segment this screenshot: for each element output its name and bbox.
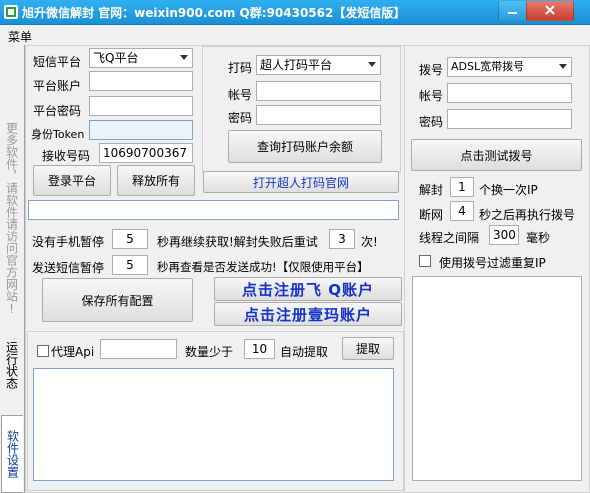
unseal-suffix: 个换一次IP: [479, 183, 538, 197]
tab-run-status[interactable]: 运行状态: [1, 330, 23, 400]
thread-interval-suffix: 毫秒: [526, 231, 551, 245]
proxy-count-label: 数量少于: [185, 345, 234, 359]
proxy-checkbox[interactable]: [37, 345, 49, 357]
test-dial-button[interactable]: 点击测试拨号: [411, 139, 582, 171]
sms-platform-value: 飞Q平台: [93, 51, 139, 65]
proxy-label: 代理Api: [51, 345, 95, 359]
send-sms-pause-input[interactable]: 5: [112, 255, 148, 275]
chevron-down-icon: [559, 64, 567, 69]
dial-mode-value: ADSL宽带拨号: [451, 60, 525, 73]
filter-ip-checkbox[interactable]: [419, 255, 431, 267]
captcha-password-label: 密码: [228, 111, 253, 125]
unseal-label: 解封: [419, 183, 444, 197]
sms-token-label: 身份Token: [31, 128, 85, 141]
captcha-account-input[interactable]: [256, 81, 381, 101]
save-all-config-button[interactable]: 保存所有配置: [42, 278, 193, 322]
menu-item[interactable]: 菜单: [8, 28, 32, 45]
captcha-password-input[interactable]: [256, 105, 381, 125]
status-bar: [28, 200, 399, 220]
tab-settings[interactable]: 软件设置: [1, 415, 23, 493]
disconnect-seconds-input[interactable]: 4: [450, 201, 474, 221]
disconnect-suffix: 秒之后再执行拨号: [479, 208, 576, 222]
captcha-label: 打码: [228, 61, 253, 75]
minimize-icon: [508, 12, 517, 14]
dial-account-input[interactable]: [447, 83, 572, 103]
menu-bar: 菜单: [0, 25, 590, 45]
no-phone-pause-suffix: 秒再继续获取!解封失败后重试: [157, 235, 318, 249]
sms-recv-label: 接收号码: [42, 149, 91, 163]
window-title: 旭升微信解封 官网：weixin900.com Q群:90430562【发短信版…: [22, 6, 406, 20]
send-sms-pause-suffix: 秒再查看是否发送成功!【仅限使用平台】: [157, 260, 369, 274]
captcha-platform-select[interactable]: 超人打码平台: [256, 55, 381, 75]
sms-password-label: 平台密码: [33, 104, 82, 118]
retry-count-input[interactable]: 3: [329, 229, 355, 249]
send-sms-pause-label: 发送短信暂停: [32, 261, 105, 275]
proxy-count-input[interactable]: 10: [244, 339, 275, 359]
login-platform-button[interactable]: 登录平台: [33, 165, 111, 196]
dial-password-input[interactable]: [447, 109, 572, 129]
left-tab-strip: 更多软件，请软件请访问官方网站! 运行状态 软件设置: [0, 45, 25, 493]
proxy-list-textarea[interactable]: [33, 368, 394, 481]
captcha-account-label: 帐号: [228, 88, 253, 102]
no-phone-pause-input[interactable]: 5: [112, 229, 148, 249]
sms-account-input[interactable]: [89, 71, 193, 91]
dial-label: 拨号: [419, 63, 444, 77]
query-captcha-balance-button[interactable]: 查询打码账户余额: [228, 130, 382, 163]
release-all-button[interactable]: 释放所有: [117, 165, 195, 196]
open-captcha-site-button[interactable]: 打开超人打码官网: [203, 171, 399, 193]
close-button[interactable]: [526, 1, 574, 21]
no-phone-pause-label: 没有手机暂停: [32, 235, 105, 249]
sms-recv-input[interactable]: 10690700367: [99, 143, 193, 163]
captcha-platform-value: 超人打码平台: [260, 58, 333, 72]
sms-account-label: 平台账户: [33, 79, 82, 93]
tab-more-software[interactable]: 更多软件，请软件请访问官方网站!: [1, 93, 23, 345]
minimize-button[interactable]: [498, 1, 527, 21]
proxy-api-input[interactable]: [100, 339, 177, 359]
retry-count-suffix: 次!: [361, 235, 378, 249]
chevron-down-icon: [368, 62, 376, 67]
sms-token-input[interactable]: [89, 120, 193, 140]
thread-interval-label: 线程之间隔: [419, 231, 480, 245]
title-bar: 旭升微信解封 官网：weixin900.com Q群:90430562【发短信版…: [0, 0, 590, 25]
app-icon: [4, 5, 18, 19]
register-yima-button[interactable]: 点击注册壹玛账户: [214, 302, 402, 326]
disconnect-label: 断网: [419, 208, 444, 222]
dial-password-label: 密码: [419, 115, 444, 129]
sms-platform-label: 短信平台: [33, 55, 82, 69]
dial-log-box: [412, 276, 582, 481]
unseal-count-input[interactable]: 1: [450, 177, 474, 197]
close-icon: [545, 5, 555, 15]
auto-extract-label: 自动提取: [280, 345, 329, 359]
sms-platform-select[interactable]: 飞Q平台: [89, 48, 193, 68]
dial-mode-select[interactable]: ADSL宽带拨号: [447, 57, 572, 77]
filter-ip-label: 使用拨号过滤重复IP: [439, 256, 546, 270]
register-feiq-button[interactable]: 点击注册飞 Q账户: [214, 277, 402, 301]
thread-interval-input[interactable]: 300: [489, 225, 519, 245]
extract-button[interactable]: 提取: [342, 337, 394, 360]
chevron-down-icon: [180, 55, 188, 60]
dial-account-label: 帐号: [419, 89, 444, 103]
sms-password-input[interactable]: [89, 96, 193, 116]
